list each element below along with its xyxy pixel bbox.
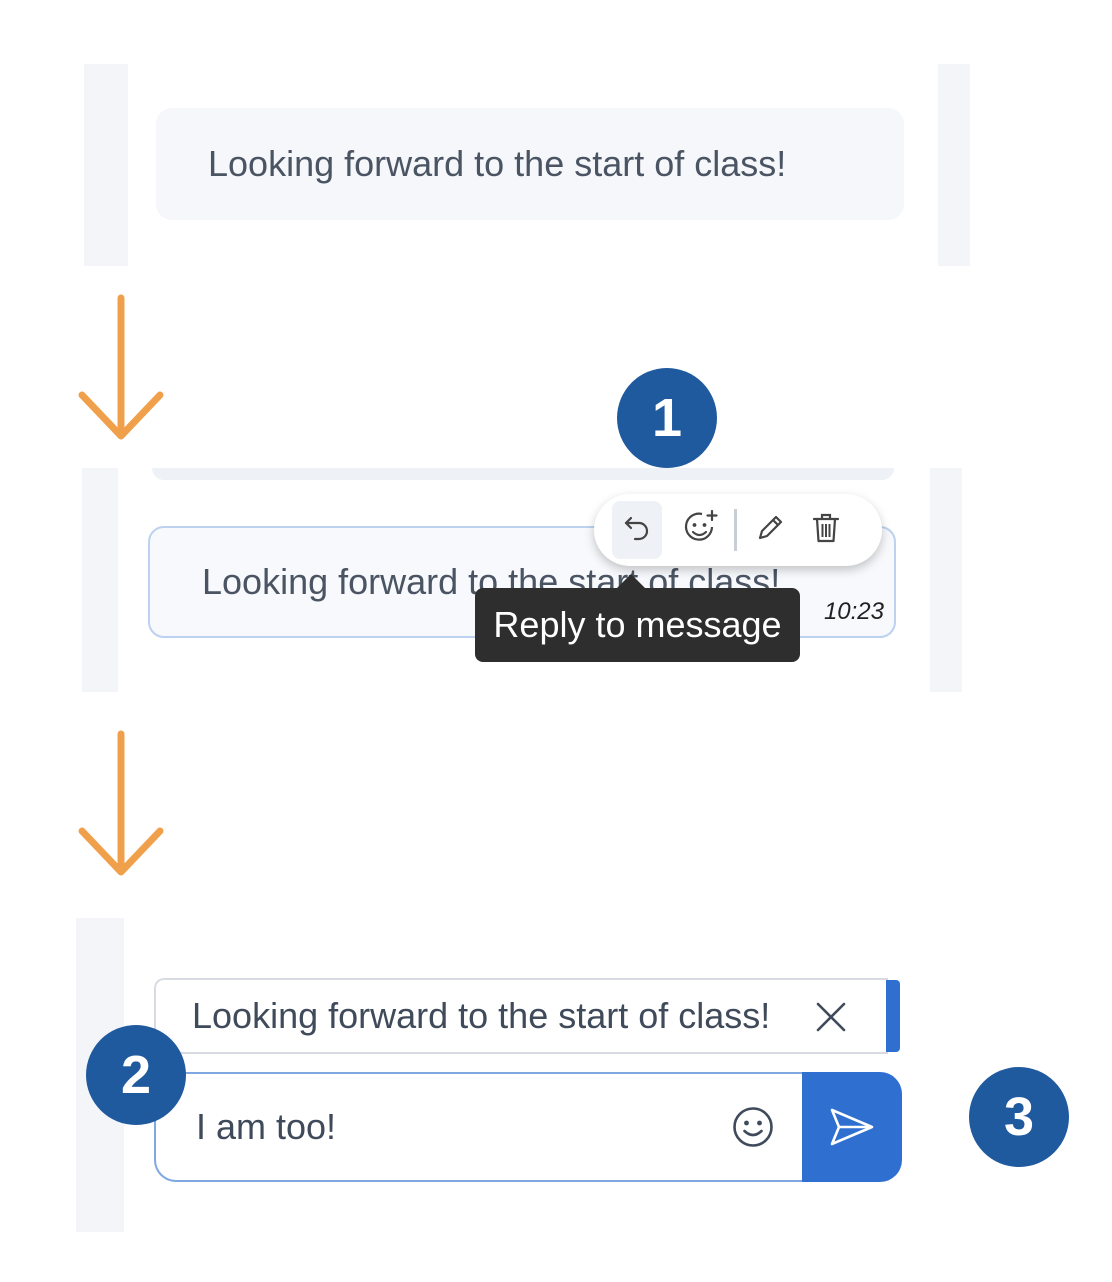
reply-tooltip: Reply to message bbox=[475, 574, 800, 662]
tooltip-text: Reply to message bbox=[493, 604, 782, 645]
right-gutter-2 bbox=[930, 468, 962, 692]
emoji-button[interactable] bbox=[732, 1106, 774, 1148]
reply-quote-bar: Looking forward to the start of class! bbox=[154, 978, 888, 1054]
message-bubble[interactable]: Looking forward to the start of class! bbox=[156, 108, 904, 220]
step-badge-3: 3 bbox=[969, 1067, 1069, 1167]
left-gutter-1 bbox=[84, 64, 128, 266]
reply-icon bbox=[622, 513, 652, 548]
step-badge-2: 2 bbox=[86, 1025, 186, 1125]
trash-icon bbox=[811, 512, 841, 549]
message-text: Looking forward to the start of class! bbox=[208, 143, 787, 184]
reply-button[interactable] bbox=[612, 501, 662, 559]
send-icon bbox=[830, 1108, 874, 1146]
step-badge-1: 1 bbox=[617, 368, 717, 468]
right-gutter-1 bbox=[938, 64, 970, 266]
down-arrow-icon bbox=[78, 294, 168, 444]
smiley-icon bbox=[733, 1107, 773, 1147]
down-arrow-icon bbox=[78, 730, 168, 880]
close-icon bbox=[816, 1002, 846, 1032]
reply-quote-text: Looking forward to the start of class! bbox=[192, 995, 771, 1036]
add-reaction-icon bbox=[682, 509, 720, 552]
message-input[interactable]: I am too! bbox=[154, 1072, 804, 1182]
message-actions-toolbar bbox=[594, 494, 882, 566]
reply-accent-bar bbox=[886, 980, 900, 1052]
add-reaction-button[interactable] bbox=[676, 501, 726, 559]
toolbar-divider bbox=[734, 509, 737, 551]
message-input-value: I am too! bbox=[196, 1106, 337, 1147]
send-button[interactable] bbox=[802, 1072, 902, 1182]
previous-message-edge bbox=[152, 468, 894, 480]
message-timestamp: 10:23 bbox=[823, 598, 884, 625]
left-gutter-2 bbox=[82, 468, 118, 692]
pencil-icon bbox=[754, 512, 786, 549]
close-reply-button[interactable] bbox=[814, 1000, 848, 1034]
edit-button[interactable] bbox=[745, 501, 795, 559]
delete-button[interactable] bbox=[801, 501, 851, 559]
